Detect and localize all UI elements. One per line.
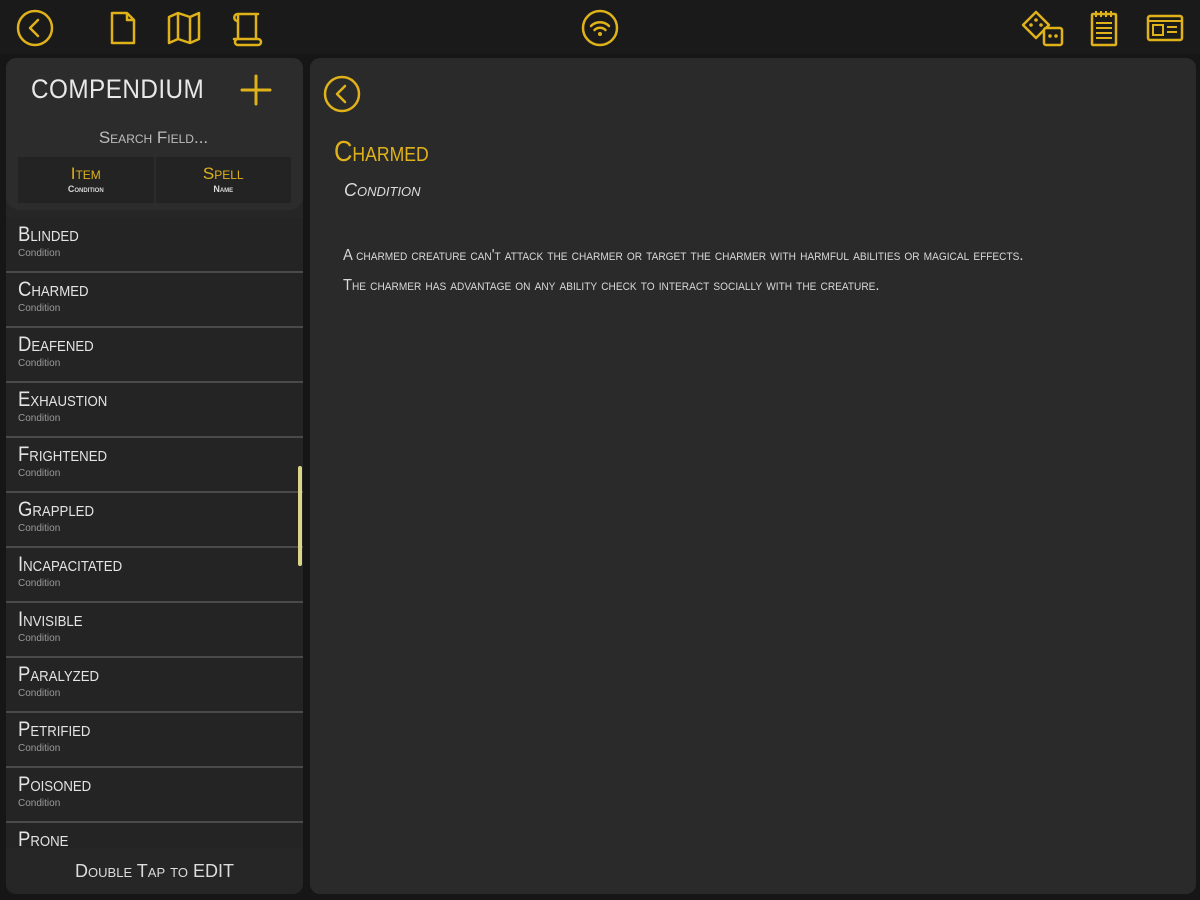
filter-sub: Condition [67, 184, 104, 194]
list-item[interactable]: Grappled Condition [6, 493, 303, 548]
list-item[interactable]: Frightened Condition [6, 438, 303, 493]
filter-label: Item [70, 164, 101, 183]
list-item[interactable]: Charmed Condition [6, 273, 303, 328]
document-icon[interactable] [101, 6, 145, 50]
description-line: The charmer has advantage on any ability… [343, 277, 880, 294]
item-type: Condition [18, 633, 61, 644]
item-name: Petrified [18, 718, 91, 741]
character-card-icon[interactable] [1143, 6, 1187, 50]
sidebar-header: COMPENDIUM Item Condition Spell Name [6, 58, 303, 210]
item-type: Condition [18, 798, 61, 809]
top-toolbar [0, 0, 1200, 54]
back-icon[interactable] [13, 6, 57, 50]
detail-type: Condition [344, 180, 421, 200]
item-name: Invisible [18, 608, 83, 631]
item-name: Incapacitated [18, 553, 123, 576]
item-name: Prone [18, 828, 69, 848]
item-type: Condition [18, 358, 61, 369]
detail-title: Charmed [334, 136, 429, 168]
item-name: Poisoned [18, 773, 92, 796]
item-name: Paralyzed [18, 663, 100, 686]
filter-toggle: Item Condition Spell Name [18, 157, 291, 203]
list-item[interactable]: Incapacitated Condition [6, 548, 303, 603]
compendium-sidebar: COMPENDIUM Item Condition Spell Name Bli… [6, 58, 303, 894]
notepad-icon[interactable] [1082, 6, 1126, 50]
scroll-icon[interactable] [224, 6, 268, 50]
detail-description: A charmed creature can't attack the char… [343, 241, 1097, 301]
filter-spell-button[interactable]: Spell Name [155, 157, 291, 203]
item-type: Condition [18, 248, 61, 259]
list-item[interactable]: Exhaustion Condition [6, 383, 303, 438]
list-item[interactable]: Poisoned Condition [6, 768, 303, 823]
item-type: Condition [18, 688, 61, 699]
item-name: Charmed [18, 278, 89, 301]
item-type: Condition [18, 523, 61, 534]
list-item[interactable]: Petrified Condition [6, 713, 303, 768]
item-type: Condition [18, 578, 61, 589]
description-line: A charmed creature can't attack the char… [343, 247, 1024, 264]
item-name: Frightened [18, 443, 108, 466]
filter-label: Spell [202, 164, 244, 183]
compendium-title: COMPENDIUM [31, 74, 205, 104]
list-scrollbar[interactable] [298, 466, 302, 566]
item-type: Condition [18, 303, 61, 314]
filter-item-button[interactable]: Item Condition [18, 157, 154, 203]
filter-sub: Name [213, 184, 234, 194]
list-item[interactable]: Paralyzed Condition [6, 658, 303, 713]
detail-panel: Charmed Condition A charmed creature can… [310, 58, 1196, 894]
list-item[interactable]: Deafened Condition [6, 328, 303, 383]
item-name: Deafened [18, 333, 94, 356]
item-name: Blinded [18, 223, 79, 246]
list-item[interactable]: Invisible Condition [6, 603, 303, 658]
item-name: Grappled [18, 498, 95, 521]
search-input[interactable] [26, 124, 281, 152]
dice-icon[interactable] [1018, 6, 1068, 50]
back-icon[interactable] [322, 74, 362, 114]
item-type: Condition [18, 413, 61, 424]
item-name: Exhaustion [18, 388, 108, 411]
list-item[interactable]: Blinded Condition [6, 218, 303, 273]
item-type: Condition [18, 743, 61, 754]
item-type: Condition [18, 468, 61, 479]
add-icon[interactable] [236, 70, 276, 110]
list-item[interactable]: ProneCondition [6, 823, 303, 848]
condition-list: Blinded Condition Charmed Condition Deafen… [6, 218, 303, 848]
edit-hint: Double Tap to EDIT [6, 852, 303, 890]
map-icon[interactable] [162, 6, 206, 50]
wifi-icon[interactable] [578, 6, 622, 50]
